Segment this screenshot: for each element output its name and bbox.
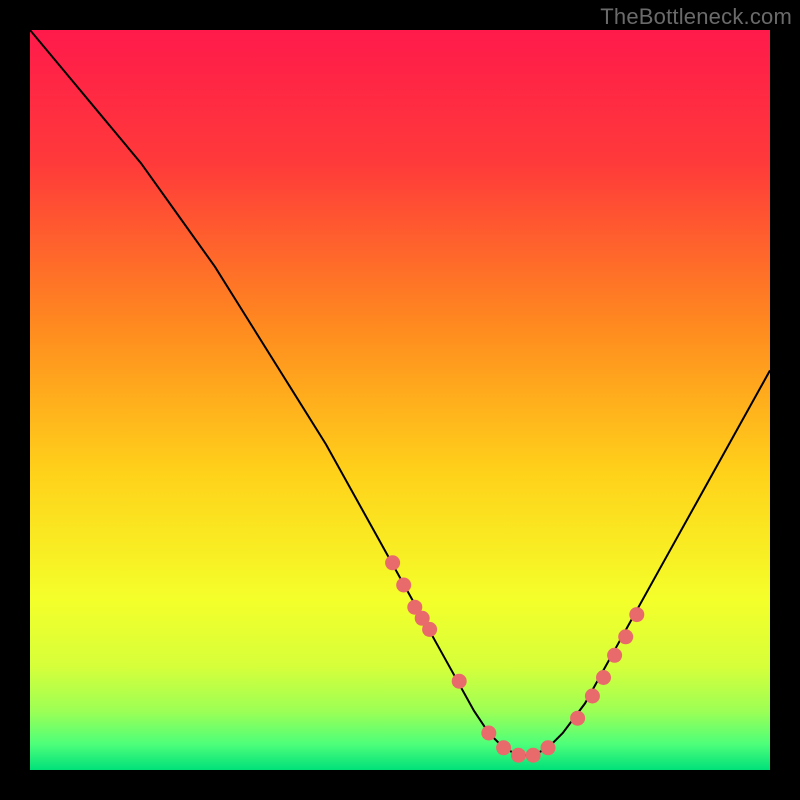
plot-background — [30, 30, 770, 770]
marker-dot — [496, 740, 511, 755]
marker-dot — [607, 648, 622, 663]
marker-dot — [541, 740, 556, 755]
marker-dot — [422, 622, 437, 637]
marker-dot — [481, 726, 496, 741]
marker-dot — [618, 629, 633, 644]
marker-dot — [511, 748, 526, 763]
bottleneck-chart — [0, 0, 800, 800]
marker-dot — [596, 670, 611, 685]
chart-frame: TheBottleneck.com — [0, 0, 800, 800]
marker-dot — [570, 711, 585, 726]
marker-dot — [452, 674, 467, 689]
watermark-text: TheBottleneck.com — [600, 4, 792, 30]
marker-dot — [526, 748, 541, 763]
marker-dot — [396, 578, 411, 593]
marker-dot — [385, 555, 400, 570]
marker-dot — [585, 689, 600, 704]
marker-dot — [629, 607, 644, 622]
